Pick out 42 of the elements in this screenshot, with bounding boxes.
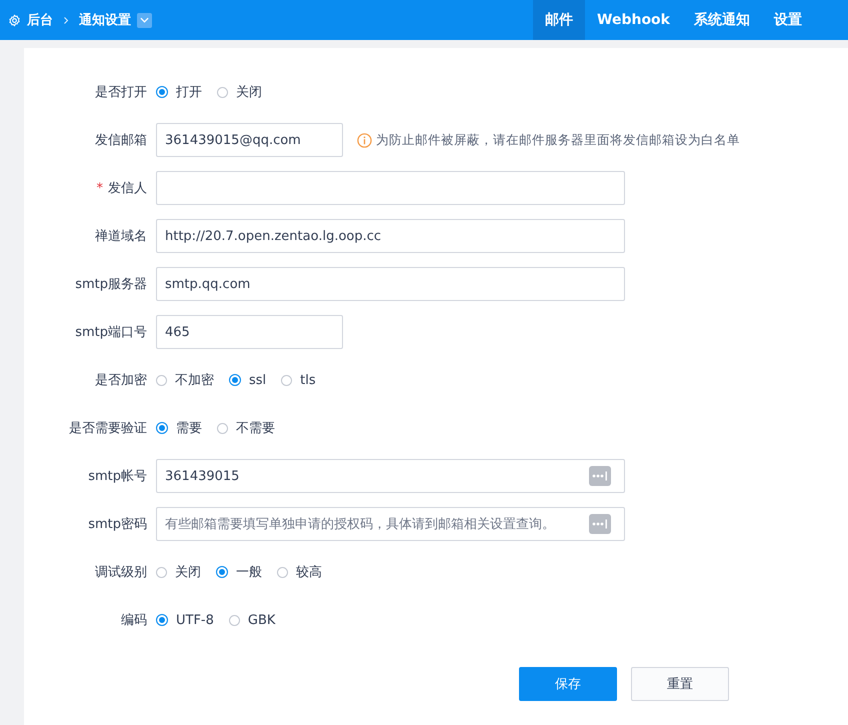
password-field[interactable]: 有些邮箱需要填写单独申请的授权码，具体请到邮箱相关设置查询。 [156, 507, 625, 541]
reset-button[interactable]: 重置 [631, 667, 729, 701]
field-label: 是否需要验证 [69, 420, 147, 437]
password-manager-icon[interactable] [589, 514, 611, 534]
password-field[interactable]: 361439015 [156, 459, 625, 493]
chevron-down-icon[interactable] [140, 17, 149, 23]
radio-option[interactable]: 不加密 [156, 371, 214, 389]
settings-icon [8, 14, 21, 26]
chevron-right-icon [63, 16, 69, 24]
field-label: smtp帐号 [88, 468, 147, 485]
radio-option[interactable]: UTF-8 [156, 612, 214, 628]
radio-option[interactable]: ssl [229, 372, 266, 388]
input-field[interactable] [156, 171, 625, 205]
input-field[interactable]: smtp.qq.com [156, 267, 625, 301]
input-field[interactable]: http://20.7.open.zentao.lg.oop.cc [156, 219, 625, 253]
field-label: smtp密码 [88, 516, 147, 533]
field-label: 发信邮箱 [95, 132, 147, 149]
hint-text: 为防止邮件被屏蔽，请在邮件服务器里面将发信邮箱设为白名单 [376, 132, 740, 148]
radio-option[interactable]: tls [281, 372, 316, 388]
radio-option[interactable]: 需要 [156, 419, 202, 437]
radio-option[interactable]: GBK [228, 612, 276, 628]
dropdown-button[interactable] [137, 12, 152, 28]
radio-option[interactable]: 不需要 [217, 419, 275, 437]
field-label: 禅道域名 [95, 228, 147, 245]
field-label: 是否打开 [95, 84, 147, 101]
input-field[interactable]: 465 [156, 315, 343, 349]
radio-option[interactable]: 打开 [156, 83, 202, 101]
password-manager-icon[interactable] [589, 466, 611, 486]
field-label: 调试级别 [95, 564, 147, 581]
field-label: 是否加密 [95, 372, 147, 389]
info-icon [357, 132, 372, 148]
field-label: 编码 [121, 612, 147, 629]
radio-option[interactable]: 较高 [277, 563, 322, 581]
radio-option[interactable]: 关闭 [217, 83, 262, 101]
required-mark: * [96, 180, 103, 196]
radio-option[interactable]: 一般 [216, 563, 262, 581]
field-label: smtp端口号 [75, 324, 147, 341]
field-label: smtp服务器 [75, 276, 147, 293]
field-label: 发信人 [108, 180, 147, 197]
nav-tab[interactable]: 邮件 [533, 0, 586, 40]
input-field[interactable]: 361439015@qq.com [156, 123, 343, 157]
radio-option[interactable]: 关闭 [156, 563, 201, 581]
